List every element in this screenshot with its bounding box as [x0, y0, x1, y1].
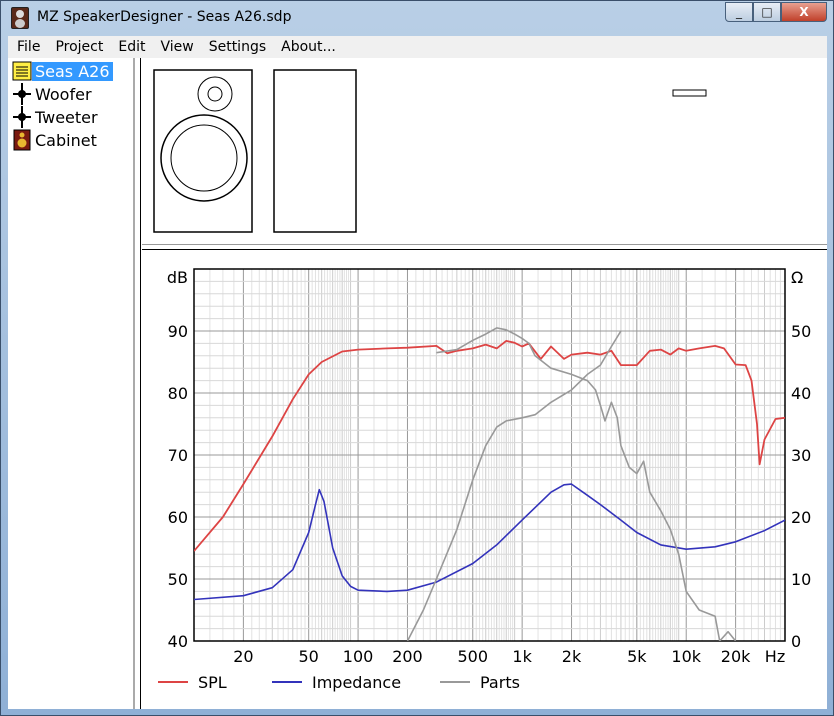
legend-label-impedance: Impedance [312, 673, 401, 692]
app-window: MZ SpeakerDesigner - Seas A26.sdp _ □ X … [0, 0, 834, 716]
vertical-splitter[interactable] [135, 58, 141, 709]
tree-item-cabinet[interactable]: Cabinet [12, 129, 100, 151]
menu-edit[interactable]: Edit [109, 39, 151, 55]
menu-about[interactable]: About... [272, 39, 342, 55]
legend-label-spl: SPL [198, 673, 227, 692]
x-tick-label: 200 [392, 647, 423, 666]
y-right-tick-label: 50 [791, 322, 811, 341]
x-tick-label: 20 [233, 647, 253, 666]
cabinet-front [153, 69, 253, 233]
tree-item-label: Tweeter [35, 107, 98, 127]
y-left-tick-label: 60 [168, 508, 188, 527]
tree-item-project[interactable]: Seas A26 [12, 60, 113, 82]
y-right-tick-label: 40 [791, 384, 811, 403]
y-left-axis-label: dB [167, 268, 188, 287]
y-left-tick-label: 90 [168, 322, 188, 341]
legend-label-parts: Parts [480, 673, 520, 692]
y-left-tick-label: 70 [168, 446, 188, 465]
y-right-tick-label: 10 [791, 570, 811, 589]
response-chart: 40 50 60 70 80 90 dB 0 10 20 30 40 50 Ω 20 50 100 200 500 1… [142, 250, 827, 709]
y-left-tick-label: 50 [168, 570, 188, 589]
tree-item-woofer[interactable]: Woofer [12, 83, 95, 105]
x-tick-label: 100 [343, 647, 374, 666]
minimize-button[interactable]: _ [725, 2, 753, 22]
x-tick-label: 50 [299, 647, 319, 666]
menu-file[interactable]: File [8, 39, 46, 55]
cabinet-top-view [672, 89, 707, 97]
x-tick-label: 1k [512, 647, 532, 666]
cabinet-view [142, 58, 827, 244]
maximize-button[interactable]: □ [753, 2, 781, 22]
driver-node-icon [13, 83, 31, 105]
x-tick-label: 10k [671, 647, 701, 666]
x-tick-label: 2k [562, 647, 582, 666]
menu-settings[interactable]: Settings [200, 39, 272, 55]
tree-item-label: Woofer [35, 84, 92, 104]
x-axis-unit-label: Hz [765, 647, 785, 666]
y-right-tick-label: 20 [791, 508, 811, 527]
cabinet-icon [13, 129, 31, 151]
speaker-app-icon [11, 7, 29, 29]
driver-node-icon [13, 106, 31, 128]
tree-item-label: Cabinet [35, 130, 97, 150]
y-right-tick-label: 0 [791, 632, 801, 651]
series-line-spl [194, 340, 785, 552]
menu-bar: File Project Edit View Settings About... [8, 36, 827, 58]
tree-item-tweeter[interactable]: Tweeter [12, 106, 101, 128]
title-bar[interactable]: MZ SpeakerDesigner - Seas A26.sdp _ □ X [1, 1, 833, 35]
cabinet-side [273, 69, 357, 233]
tree-item-label: Seas A26 [32, 61, 113, 81]
y-right-axis-label: Ω [791, 268, 803, 287]
x-tick-label: 500 [457, 647, 488, 666]
project-tree: Seas A26 Woofer Tweeter Cabinet [8, 58, 135, 709]
y-right-tick-label: 30 [791, 446, 811, 465]
x-tick-label: 20k [721, 647, 751, 666]
client-area: File Project Edit View Settings About...… [8, 36, 827, 709]
y-left-tick-label: 40 [168, 632, 188, 651]
close-button[interactable]: X [781, 2, 827, 22]
menu-view[interactable]: View [151, 39, 199, 55]
x-tick-label: 5k [627, 647, 647, 666]
y-left-tick-label: 80 [168, 384, 188, 403]
window-title: MZ SpeakerDesigner - Seas A26.sdp [37, 9, 292, 25]
project-icon [12, 61, 32, 81]
response-chart-svg: 40 50 60 70 80 90 dB 0 10 20 30 40 50 Ω 20 50 100 200 500 1… [158, 268, 811, 692]
cabinet-drawing [153, 69, 707, 233]
menu-project[interactable]: Project [46, 39, 109, 55]
